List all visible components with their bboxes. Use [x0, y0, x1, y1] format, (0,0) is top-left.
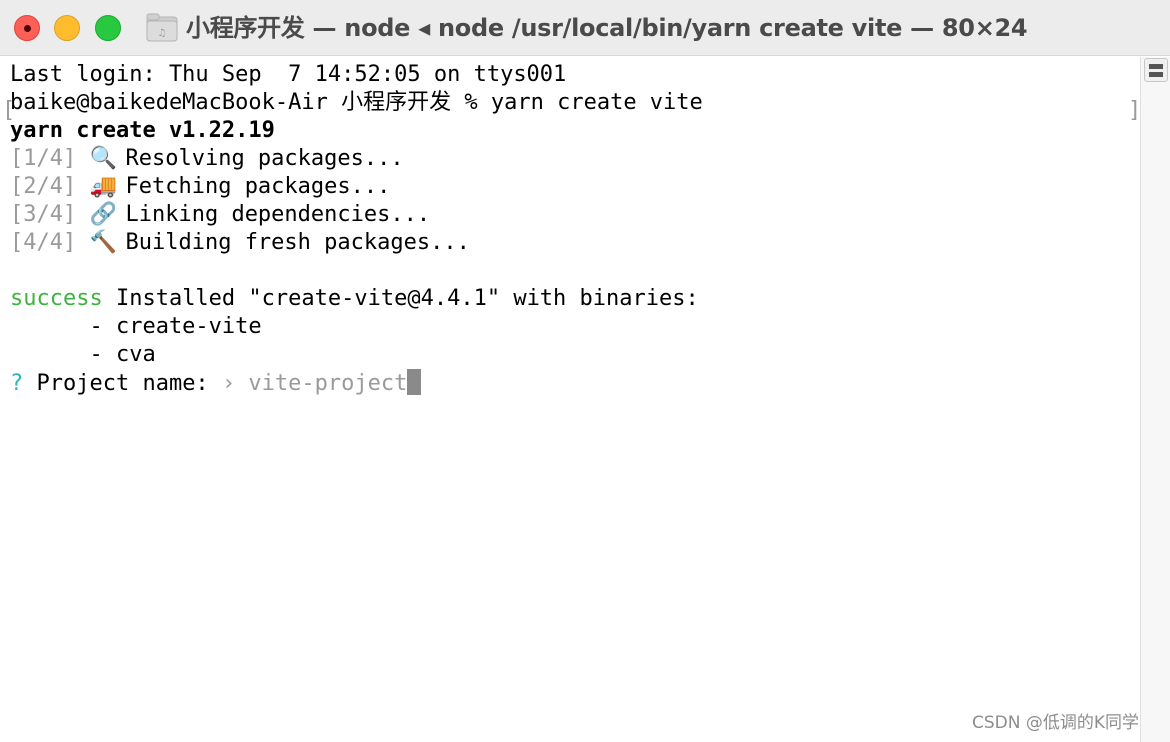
link-icon: 🔗	[89, 202, 117, 227]
watermark: CSDN @低调的K同学	[972, 713, 1140, 733]
binary-item: - create-vite	[10, 314, 262, 339]
close-button[interactable]	[14, 15, 40, 41]
project-name-input[interactable]: vite-project	[235, 371, 407, 396]
step-line: [2/4] 🚚 Fetching packages...	[10, 173, 390, 201]
split-pane-button[interactable]	[1144, 58, 1168, 82]
text-cursor	[407, 369, 422, 395]
folder-icon: ♫	[146, 13, 178, 42]
title-bar[interactable]: ♫ 小程序开发 — node ◂ node /usr/local/bin/yar…	[0, 0, 1170, 56]
prompt-line: baike@baikedeMacBook-Air 小程序开发 % yarn cr…	[10, 90, 703, 115]
maximize-button[interactable]	[95, 15, 121, 41]
svg-text:♫: ♫	[158, 28, 167, 39]
step-text: Fetching packages...	[125, 174, 391, 199]
step-text: Linking dependencies...	[125, 202, 431, 227]
yarn-header-line: yarn create v1.22.19	[10, 118, 275, 143]
terminal-content[interactable]: Last login: Thu Sep 7 14:52:05 on ttys00…	[0, 57, 1141, 742]
magnifier-icon: 🔍	[89, 146, 117, 171]
question-label: Project name:	[23, 371, 222, 396]
close-dot-icon	[24, 25, 31, 32]
split-bar-top-icon	[1149, 64, 1163, 69]
step-text: Building fresh packages...	[125, 230, 470, 255]
success-message: Installed "create-vite@4.4.1" with binar…	[102, 286, 699, 311]
step-line: [4/4] 🔨 Building fresh packages...	[10, 229, 470, 257]
step-number: [1/4]	[10, 146, 77, 171]
step-line: [3/4] 🔗 Linking dependencies...	[10, 201, 430, 229]
success-label: success	[10, 286, 103, 311]
minimize-button[interactable]	[54, 15, 80, 41]
last-login-line: Last login: Thu Sep 7 14:52:05 on ttys00…	[10, 62, 567, 87]
step-number: [4/4]	[10, 230, 77, 255]
project-name-prompt: ? Project name: › vite-project	[10, 369, 422, 397]
hammer-icon: 🔨	[89, 230, 117, 255]
chevron-right-icon: ›	[221, 371, 236, 396]
step-number: [3/4]	[10, 202, 77, 227]
split-bar-bottom-icon	[1149, 72, 1163, 77]
success-line: success Installed "create-vite@4.4.1" wi…	[10, 285, 699, 313]
binary-item: - cva	[10, 342, 156, 367]
scrollbar[interactable]	[1140, 57, 1170, 742]
window-title: 小程序开发 — node ◂ node /usr/local/bin/yarn …	[186, 14, 1028, 42]
question-mark-icon: ?	[10, 371, 24, 396]
truck-icon: 🚚	[89, 174, 117, 199]
step-line: [1/4] 🔍 Resolving packages...	[10, 145, 404, 173]
step-text: Resolving packages...	[125, 146, 404, 171]
step-number: [2/4]	[10, 174, 77, 199]
terminal-window: ♫ 小程序开发 — node ◂ node /usr/local/bin/yar…	[0, 0, 1170, 742]
